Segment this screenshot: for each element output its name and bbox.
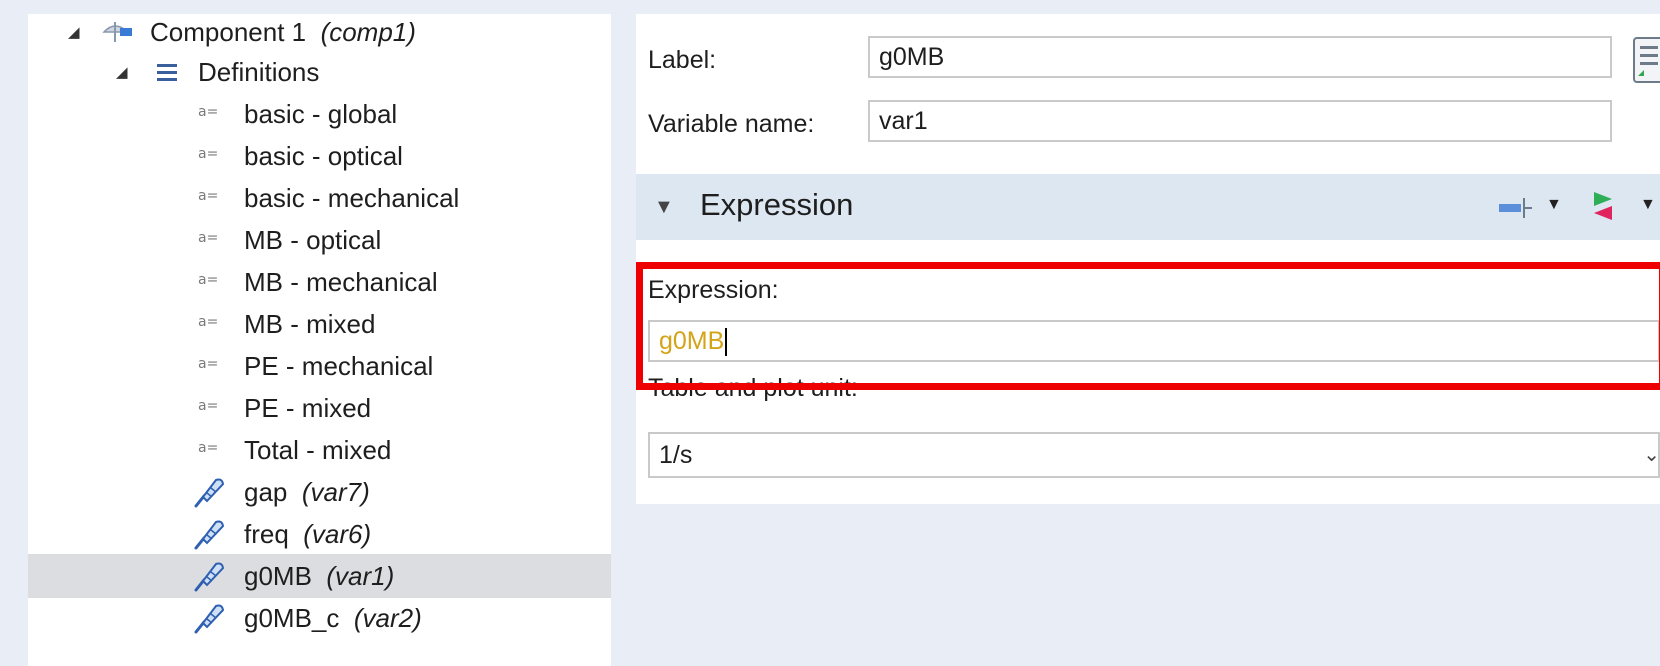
variables-icon: a= <box>198 356 219 372</box>
label-caption: Label: <box>648 46 717 74</box>
tree-item-variables[interactable]: a= PE - mixed <box>28 386 611 430</box>
unit-value: 1/s <box>659 441 693 469</box>
tree-item-label: g0MB_c (var2) <box>244 602 422 633</box>
label-options-icon[interactable] <box>1632 36 1660 84</box>
probe-icon <box>192 518 226 550</box>
chevron-down-icon: ⌄ <box>1643 444 1660 466</box>
tree-item-label: gap (var7) <box>244 476 370 507</box>
tree-item-component-1[interactable]: ◢ Component 1 (comp1) <box>28 14 611 54</box>
tree-item-label: freq (var6) <box>244 518 372 549</box>
variables-icon: a= <box>198 104 219 120</box>
tree-item-label: MB - optical <box>244 224 382 255</box>
expression-section-header[interactable]: ▼ Expression ▼ ▼ <box>636 174 1660 240</box>
dropdown-arrow-icon[interactable]: ▼ <box>1640 196 1656 214</box>
dropdown-arrow-icon[interactable]: ▼ <box>1546 196 1562 214</box>
variables-icon: a= <box>198 188 219 204</box>
tree-item-label: Definitions <box>198 56 320 87</box>
tree-item-label: MB - mechanical <box>244 266 438 297</box>
tree-item-probe-selected[interactable]: g0MB (var1) <box>28 554 611 598</box>
unit-select[interactable]: 1/s ⌄ <box>648 432 1660 478</box>
highlight-box <box>636 262 1660 390</box>
tree-item-variables[interactable]: a= basic - mechanical <box>28 176 611 220</box>
model-tree: ◢ Component 1 (comp1) ◢ Definitions a= b… <box>28 14 611 666</box>
variable-name-caption: Variable name: <box>648 110 815 138</box>
tree-item-label: basic - optical <box>244 140 403 171</box>
tree-item-variables[interactable]: a= MB - mixed <box>28 302 611 346</box>
tree-item-label: PE - mixed <box>244 392 372 423</box>
variables-icon: a= <box>198 146 219 162</box>
settings-panel: Label: g0MB Variable name: var1 ▼ Expres… <box>636 14 1660 504</box>
variables-icon: a= <box>198 398 219 414</box>
variables-icon: a= <box>198 314 219 330</box>
tree-item-label: PE - mechanical <box>244 350 434 381</box>
variables-icon: a= <box>198 272 219 288</box>
tree-item-variables[interactable]: a= basic - optical <box>28 134 611 178</box>
tree-item-probe[interactable]: gap (var7) <box>28 470 611 514</box>
tree-item-variables[interactable]: a= MB - optical <box>28 218 611 262</box>
tree-item-variables[interactable]: a= PE - mechanical <box>28 344 611 388</box>
tree-item-probe[interactable]: g0MB_c (var2) <box>28 596 611 640</box>
variable-name-input[interactable]: var1 <box>868 100 1612 142</box>
section-title: Expression <box>700 187 854 222</box>
tree-item-label: basic - mechanical <box>244 182 460 213</box>
variables-icon: a= <box>198 230 219 246</box>
variables-icon: a= <box>198 440 219 456</box>
tree-item-variables[interactable]: a= basic - global <box>28 92 611 136</box>
tree-item-label: Component 1 (comp1) <box>150 16 416 47</box>
probe-icon <box>192 476 226 508</box>
collapse-triangle-icon[interactable]: ◢ <box>116 63 128 81</box>
collapse-triangle-icon[interactable]: ◢ <box>68 23 80 41</box>
tree-item-label: g0MB (var1) <box>244 560 395 591</box>
tree-item-label: Total - mixed <box>244 434 392 465</box>
collapse-triangle-icon[interactable]: ▼ <box>654 196 674 219</box>
definitions-icon <box>156 62 178 82</box>
replace-expression-icon[interactable] <box>1588 190 1618 222</box>
label-input[interactable]: g0MB <box>868 36 1612 78</box>
tree-item-variables[interactable]: a= MB - mechanical <box>28 260 611 304</box>
tree-item-variables[interactable]: a= Total - mixed <box>28 428 611 472</box>
insert-expression-icon[interactable] <box>1498 196 1534 220</box>
tree-item-label: MB - mixed <box>244 308 376 339</box>
tree-item-definitions[interactable]: ◢ Definitions <box>28 50 611 94</box>
probe-icon <box>192 602 226 634</box>
tree-item-probe[interactable]: freq (var6) <box>28 512 611 556</box>
tree-item-label: basic - global <box>244 98 398 129</box>
component-icon <box>98 18 136 46</box>
probe-icon <box>192 560 226 592</box>
